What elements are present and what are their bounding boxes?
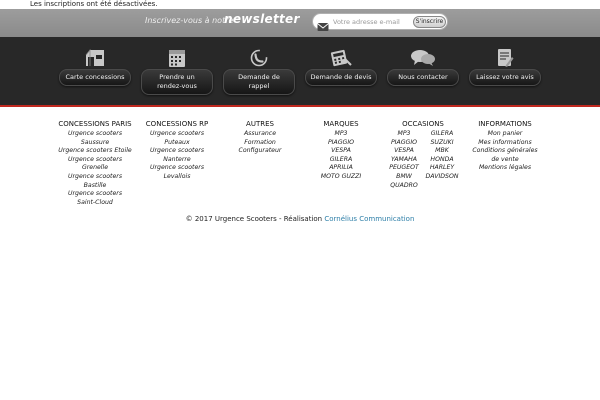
service-avis[interactable]: Laissez votre avis [469, 37, 541, 105]
phone-icon [245, 47, 273, 69]
footer-link[interactable]: YAMAHA [387, 156, 421, 165]
footer-link[interactable]: Urgence scooters Bastille [58, 173, 132, 190]
footer-link[interactable]: QUADRO [387, 182, 421, 191]
footer-col-concessions-paris: CONCESSIONS PARIS Urgence scooters Sauss… [58, 120, 132, 207]
footer-link[interactable]: MP3 [316, 130, 366, 139]
service-carte-concessions[interactable]: Carte concessions [59, 37, 131, 105]
footer-link[interactable]: PEUGEOT [387, 164, 421, 173]
footer-link[interactable]: MOTO GUZZI [316, 173, 366, 182]
footer-link[interactable]: HARLEY DAVIDSON [425, 164, 459, 181]
service-button-label[interactable]: Prendre un rendez-vous [141, 69, 213, 95]
copyright: © 2017 Urgence Scooters - Réalisation Co… [0, 215, 600, 223]
service-button-label[interactable]: Demande de rappel [223, 69, 295, 95]
footer-link[interactable]: Mentions légales [468, 164, 542, 173]
newsletter-submit-button[interactable]: S'inscrire [413, 16, 446, 28]
envelope-icon [317, 17, 329, 31]
service-contact[interactable]: Nous contacter [387, 37, 459, 105]
footer-link[interactable]: Conditions générales de vente [468, 147, 542, 164]
notice-text: Les inscriptions ont été désactivées. [30, 0, 158, 8]
footer-link[interactable]: Urgence scooters Saint-Cloud [58, 190, 132, 207]
newsletter-bar: Inscrivez-vous à notre newsletter S'insc… [0, 9, 600, 37]
footer-link[interactable]: Urgence scooters Etoile [58, 147, 132, 156]
footer-col-concessions-rp: CONCESSIONS RP Urgence scooters Puteaux … [145, 120, 209, 182]
footer-columns: CONCESSIONS PARIS Urgence scooters Sauss… [0, 120, 600, 210]
footer-link[interactable]: Urgence scooters Grenelle [58, 156, 132, 173]
footer-link[interactable]: HONDA [425, 156, 459, 165]
service-button-label[interactable]: Nous contacter [387, 69, 459, 86]
review-icon [491, 47, 519, 69]
service-demande-rappel[interactable]: Demande de rappel [223, 37, 295, 105]
footer-link[interactable]: Configurateur [232, 147, 288, 156]
footer-col-marques: MARQUES MP3 PIAGGIO VESPA GILERA APRILIA… [316, 120, 366, 182]
services-bar: Carte concessions Prendre un rendez-vous… [0, 37, 600, 107]
newsletter-title: newsletter [224, 12, 300, 26]
newsletter-email-input[interactable] [333, 16, 421, 28]
footer-col-title: OCCASIONS [402, 120, 444, 128]
footer-link[interactable]: Urgence scooters Saussure [58, 130, 132, 147]
service-button-label[interactable]: Carte concessions [59, 69, 131, 86]
footer-link[interactable]: Urgence scooters Levallois [145, 164, 209, 181]
chat-icon [409, 47, 437, 69]
footer-link[interactable]: VESPA [316, 147, 366, 156]
footer-col-title: AUTRES [246, 120, 274, 128]
footer-col-occasions: OCCASIONS MP3 PIAGGIO VESPA YAMAHA PEUGE… [386, 120, 460, 190]
copyright-text: © 2017 Urgence Scooters - Réalisation [185, 215, 323, 223]
calendar-icon [163, 47, 191, 69]
newsletter-lead: Inscrivez-vous à notre [145, 16, 234, 25]
footer-link[interactable]: BMW [387, 173, 421, 182]
calculator-icon [327, 47, 355, 69]
footer-link[interactable]: GILERA [316, 156, 366, 165]
footer-link[interactable]: PIAGGIO [316, 139, 366, 148]
footer-link[interactable]: MBK [425, 147, 459, 156]
footer-link[interactable]: Urgence scooters Nanterre [145, 147, 209, 164]
footer-link[interactable]: Mes informations [468, 139, 542, 148]
service-demande-devis[interactable]: Demande de devis [305, 37, 377, 105]
footer-link[interactable]: PIAGGIO [387, 139, 421, 148]
footer-link[interactable]: Mon panier [468, 130, 542, 139]
footer-col-informations: INFORMATIONS Mon panier Mes informations… [468, 120, 542, 173]
service-button-label[interactable]: Demande de devis [305, 69, 377, 86]
footer-link[interactable]: Assurance [232, 130, 288, 139]
footer-link[interactable]: Urgence scooters Puteaux [145, 130, 209, 147]
footer-link[interactable]: MP3 [387, 130, 421, 139]
service-button-label[interactable]: Laissez votre avis [469, 69, 541, 86]
footer-link[interactable]: GILERA [425, 130, 459, 139]
newsletter-form: S'inscrire [312, 13, 448, 31]
agency-link[interactable]: Cornélius Communication [324, 215, 414, 223]
footer-link[interactable]: VESPA [387, 147, 421, 156]
footer-link[interactable]: SUZUKI [425, 139, 459, 148]
footer-link[interactable]: Formation [232, 139, 288, 148]
footer-link[interactable]: APRILIA [316, 164, 366, 173]
footer-col-title: CONCESSIONS RP [145, 120, 209, 128]
footer-col-autres: AUTRES Assurance Formation Configurateur [232, 120, 288, 156]
service-rendez-vous[interactable]: Prendre un rendez-vous [141, 37, 213, 105]
footer-col-title: INFORMATIONS [478, 120, 532, 128]
footer-col-title: MARQUES [323, 120, 359, 128]
store-icon [81, 47, 109, 69]
footer-col-title: CONCESSIONS PARIS [58, 120, 132, 128]
